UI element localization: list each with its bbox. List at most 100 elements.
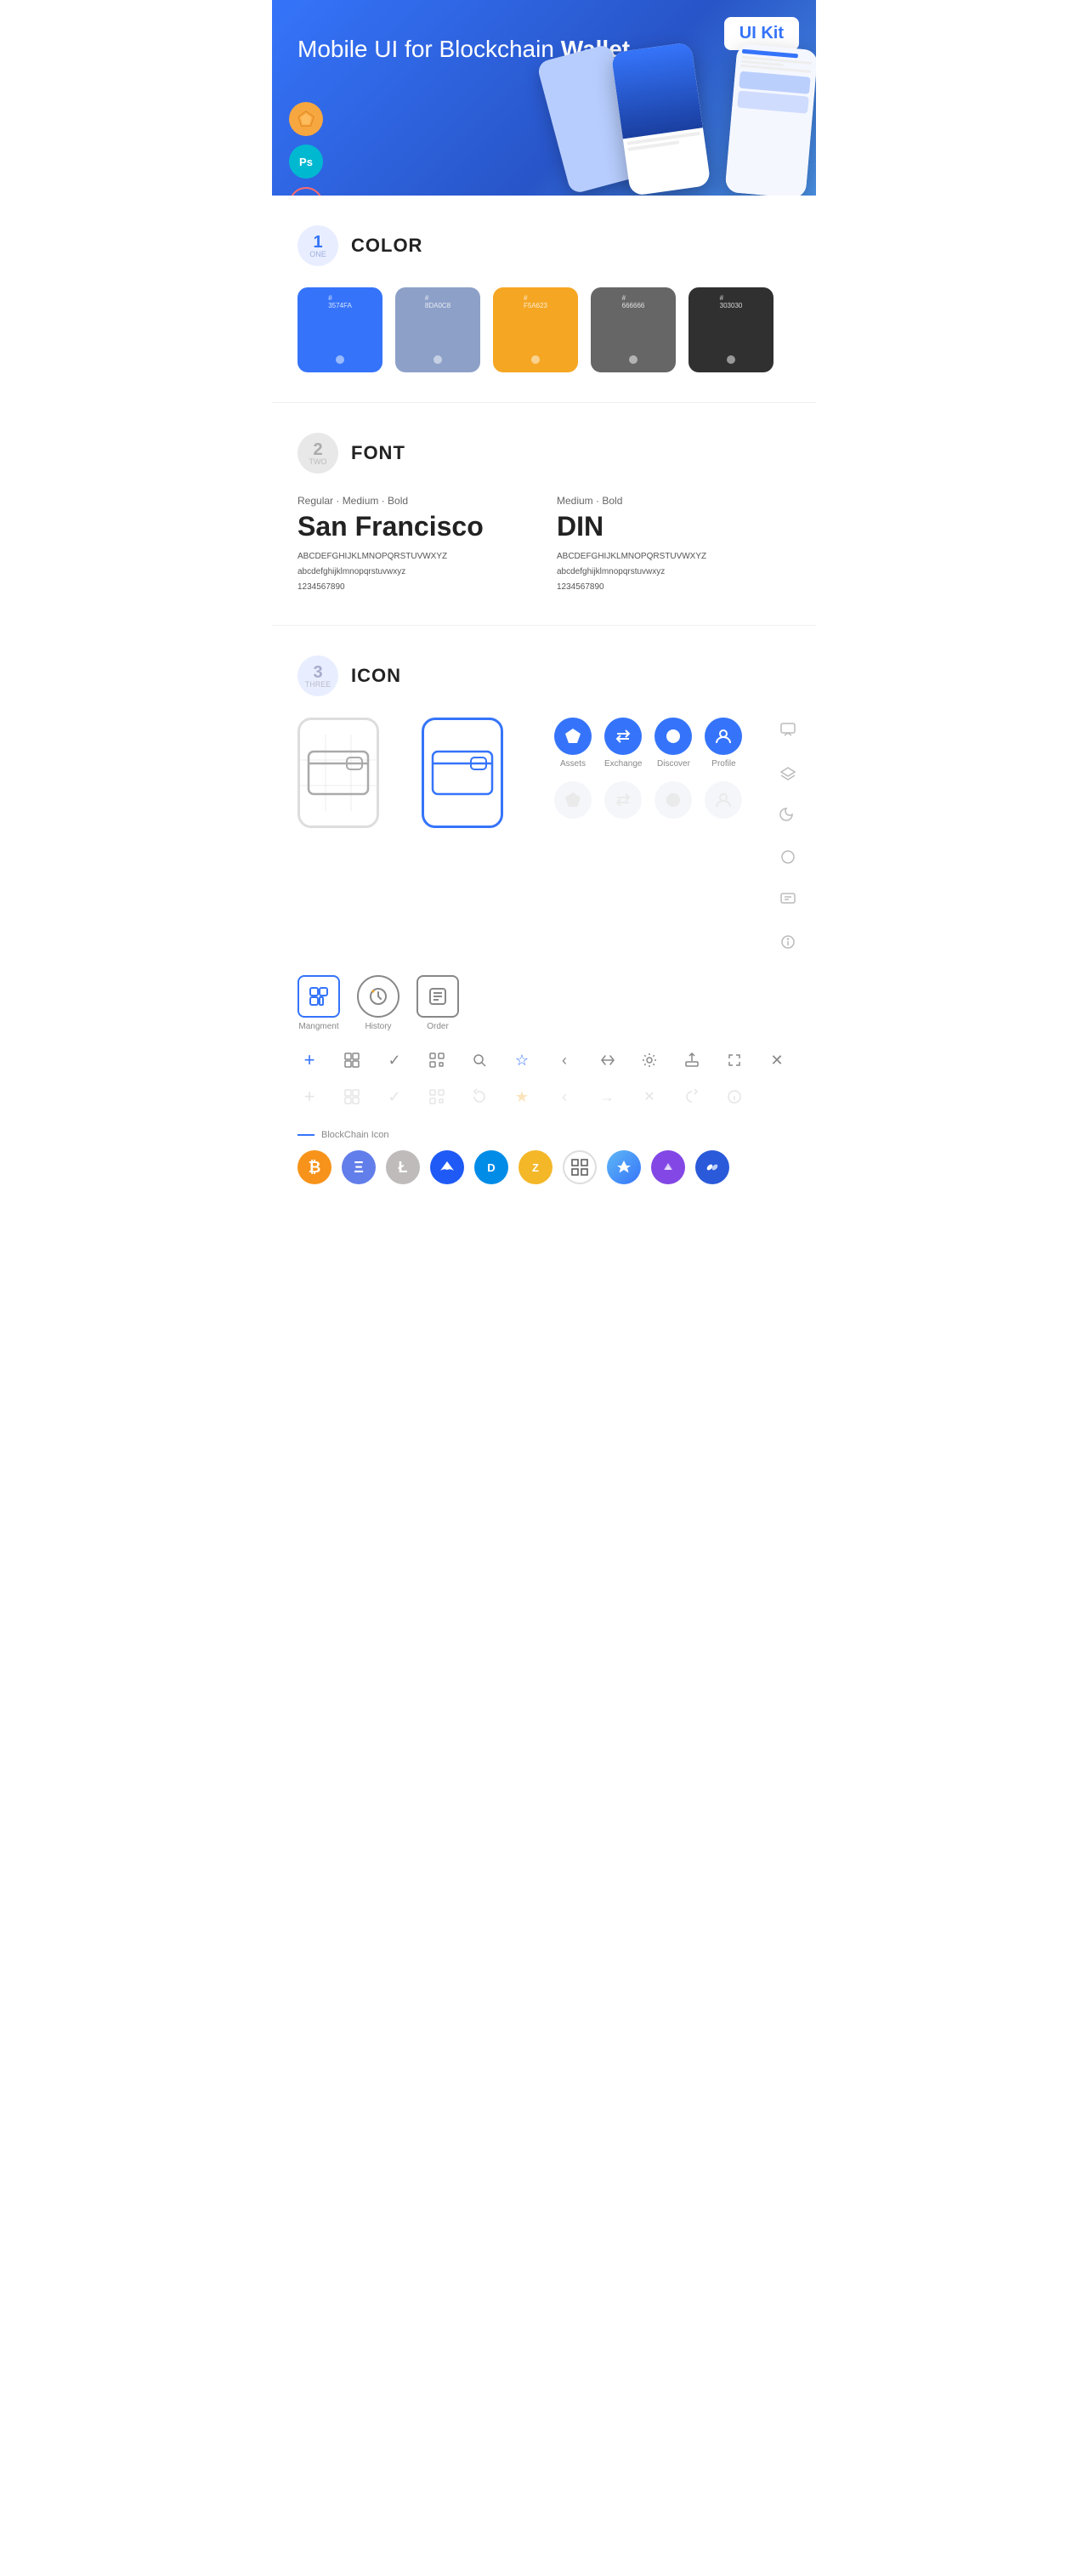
chat-icon [776,718,800,741]
ps-badge: Ps [289,145,323,179]
moon-icon [776,803,800,826]
section-3-header: 3 THREE ICON [298,655,790,696]
action-icons-section: Mangment History Order [298,975,790,1031]
info-ghost [722,1085,746,1109]
plus-icon: + [298,1048,321,1072]
chevron-left-icon: ‹ [552,1048,576,1072]
font-grid: Regular · Medium · Bold San Francisco AB… [298,495,790,595]
action-icons-row: Mangment History Order [298,975,459,1031]
wallet-icon-filled [422,718,503,828]
check-icon-ghost: ✓ [382,1085,406,1109]
upload-icon [680,1048,704,1072]
utility-icons-row-2: + ✓ ★ ‹ → ✕ [298,1085,790,1109]
swatch-dot [336,355,344,364]
star-icon: ☆ [510,1048,534,1072]
management-icon-box: Mangment [298,975,340,1031]
section-1-number: 1 ONE [298,225,338,266]
nav-icons-active-row: Assets Exchange Discover [554,718,742,769]
matic-icon [651,1150,685,1184]
comment-icon [776,888,800,911]
phone-mockups [544,30,816,196]
blockchain-label: BlockChain Icon [298,1130,790,1140]
circle-icon [776,845,800,869]
close-icon: ✕ [765,1048,789,1072]
profile-icon-box: Profile [705,718,742,769]
misc-icons-row-1 [776,718,800,954]
btc-icon: ₿ [298,1150,332,1184]
blockchain-line [298,1134,314,1136]
ark-icon [607,1150,641,1184]
qr-icon [425,1048,449,1072]
management-icon [298,975,340,1018]
info-icon [776,930,800,954]
plus-icon-ghost: + [298,1085,321,1109]
hero-section: Mobile UI for Blockchain Wallet UI Kit P… [272,0,816,196]
section-3-number: 3 THREE [298,655,338,696]
waves-icon [430,1150,464,1184]
swatch-orange: #F5A623 [493,287,578,372]
discover-icon [654,718,692,755]
utility-icons-row-1: + ✓ ☆ ‹ ✕ [298,1048,790,1072]
swatch-dark: #303030 [688,287,774,372]
history-icon-box: History [357,975,400,1031]
assets-icon-box: Assets [554,718,592,769]
grid-edit-icon-ghost [340,1085,364,1109]
icon-section: 3 THREE ICON [272,625,816,1240]
check-icon: ✓ [382,1048,406,1072]
qr-icon-ghost [425,1085,449,1109]
iota-icon [563,1150,597,1184]
misc-icons-right [776,718,800,954]
section-1-header: 1 ONE COLOR [298,225,790,266]
color-section: 1 ONE COLOR #3574FA #8DA0C8 #F5A623 #666… [272,196,816,402]
settings-icon [638,1048,661,1072]
arrow-right-ghost: → [595,1085,619,1109]
swatch-gray-blue: #8DA0C8 [395,287,480,372]
swatch-gray: #666666 [591,287,676,372]
wallet-icon-outline [298,718,379,828]
section-3-title: ICON [351,665,401,687]
swatch-dot-4 [629,355,638,364]
nav-icons-grid: Assets Exchange Discover [554,718,742,831]
color-swatches-container: #3574FA #8DA0C8 #F5A623 #666666 #303030 [298,287,790,372]
link-icon [695,1150,729,1184]
ltc-icon: Ł [386,1150,420,1184]
hero-left-badges: Ps 60+Screens [289,102,323,196]
layers-icon [776,760,800,784]
icon-main-row: Assets Exchange Discover [298,718,790,954]
order-icon [416,975,459,1018]
assets-icon [554,718,592,755]
search-icon [468,1048,491,1072]
phone-mockup-3 [725,43,816,196]
zec-icon: Z [518,1150,552,1184]
exchange-icon-ghost [604,781,642,819]
swatch-dot-5 [727,355,735,364]
font-san-francisco: Regular · Medium · Bold San Francisco AB… [298,495,531,595]
eth-icon: Ξ [342,1150,376,1184]
discover-icon-box: Discover [654,718,692,769]
crypto-icons-row: ₿ Ξ Ł D Z [298,1150,790,1184]
resize-icon [722,1048,746,1072]
share-icon [595,1048,619,1072]
screens-badge: 60+Screens [289,187,323,196]
section-2-number: 2 TWO [298,433,338,474]
section-2-header: 2 TWO FONT [298,433,790,474]
section-1-title: COLOR [351,235,422,257]
order-icon-box: Order [416,975,459,1031]
sketch-badge [289,102,323,136]
chevron-left-ghost: ‹ [552,1085,576,1109]
swatch-dot-2 [434,355,442,364]
discover-icon-ghost [654,781,692,819]
font-din: Medium · Bold DIN ABCDEFGHIJKLMNOPQRSTUV… [557,495,790,595]
assets-icon-ghost [554,781,592,819]
exchange-icon-box: Exchange [604,718,642,769]
font-section: 2 TWO FONT Regular · Medium · Bold San F… [272,402,816,625]
close-x-ghost: ✕ [638,1085,661,1109]
swatch-dot-3 [531,355,540,364]
wallet-svg-filled [424,735,501,811]
swatch-blue: #3574FA [298,287,382,372]
nav-icons-ghost-row [554,781,742,819]
star-filled-icon: ★ [510,1085,534,1109]
section-2-title: FONT [351,442,405,464]
dash-icon: D [474,1150,508,1184]
profile-icon [705,718,742,755]
